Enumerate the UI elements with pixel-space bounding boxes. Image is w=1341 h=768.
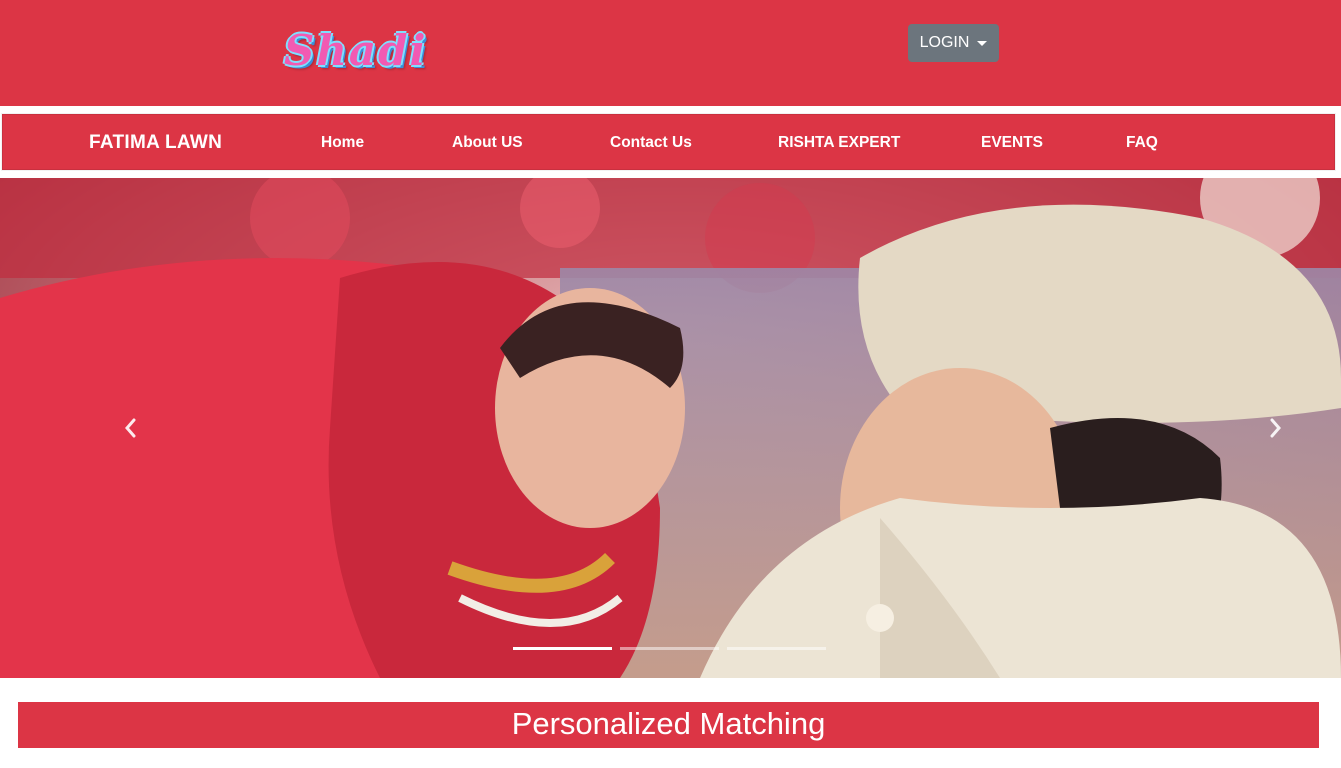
nav-link-home[interactable]: Home — [321, 115, 364, 171]
nav-link-faq[interactable]: FAQ — [1126, 115, 1158, 171]
login-button-label: LOGIN — [919, 34, 970, 51]
carousel-slide-image — [0, 178, 1341, 678]
nav-link-events[interactable]: EVENTS — [981, 115, 1043, 171]
top-header: Shadi LOGIN — [0, 0, 1341, 106]
carousel-indicators — [513, 647, 826, 650]
login-dropdown-button[interactable]: LOGIN — [908, 24, 999, 62]
chevron-right-icon — [1270, 418, 1281, 438]
caret-down-icon — [977, 41, 988, 46]
nav-link-contact-us[interactable]: Contact Us — [610, 115, 692, 171]
main-navbar: FATIMA LAWN Home About US Contact Us RIS… — [2, 114, 1335, 170]
hero-carousel — [0, 178, 1341, 678]
nav-link-rishta-expert[interactable]: RISHTA EXPERT — [778, 115, 900, 171]
chevron-left-icon — [125, 418, 136, 438]
carousel-next-control[interactable] — [1236, 178, 1316, 678]
navbar-brand[interactable]: FATIMA LAWN — [89, 115, 222, 171]
carousel-indicator-1[interactable] — [513, 647, 612, 650]
carousel-prev-control[interactable] — [90, 178, 170, 678]
carousel-indicator-2[interactable] — [620, 647, 719, 650]
carousel-indicator-3[interactable] — [727, 647, 826, 650]
section-title: Personalized Matching — [18, 702, 1319, 748]
nav-link-about-us[interactable]: About US — [452, 115, 523, 171]
site-logo[interactable]: Shadi — [284, 28, 484, 74]
